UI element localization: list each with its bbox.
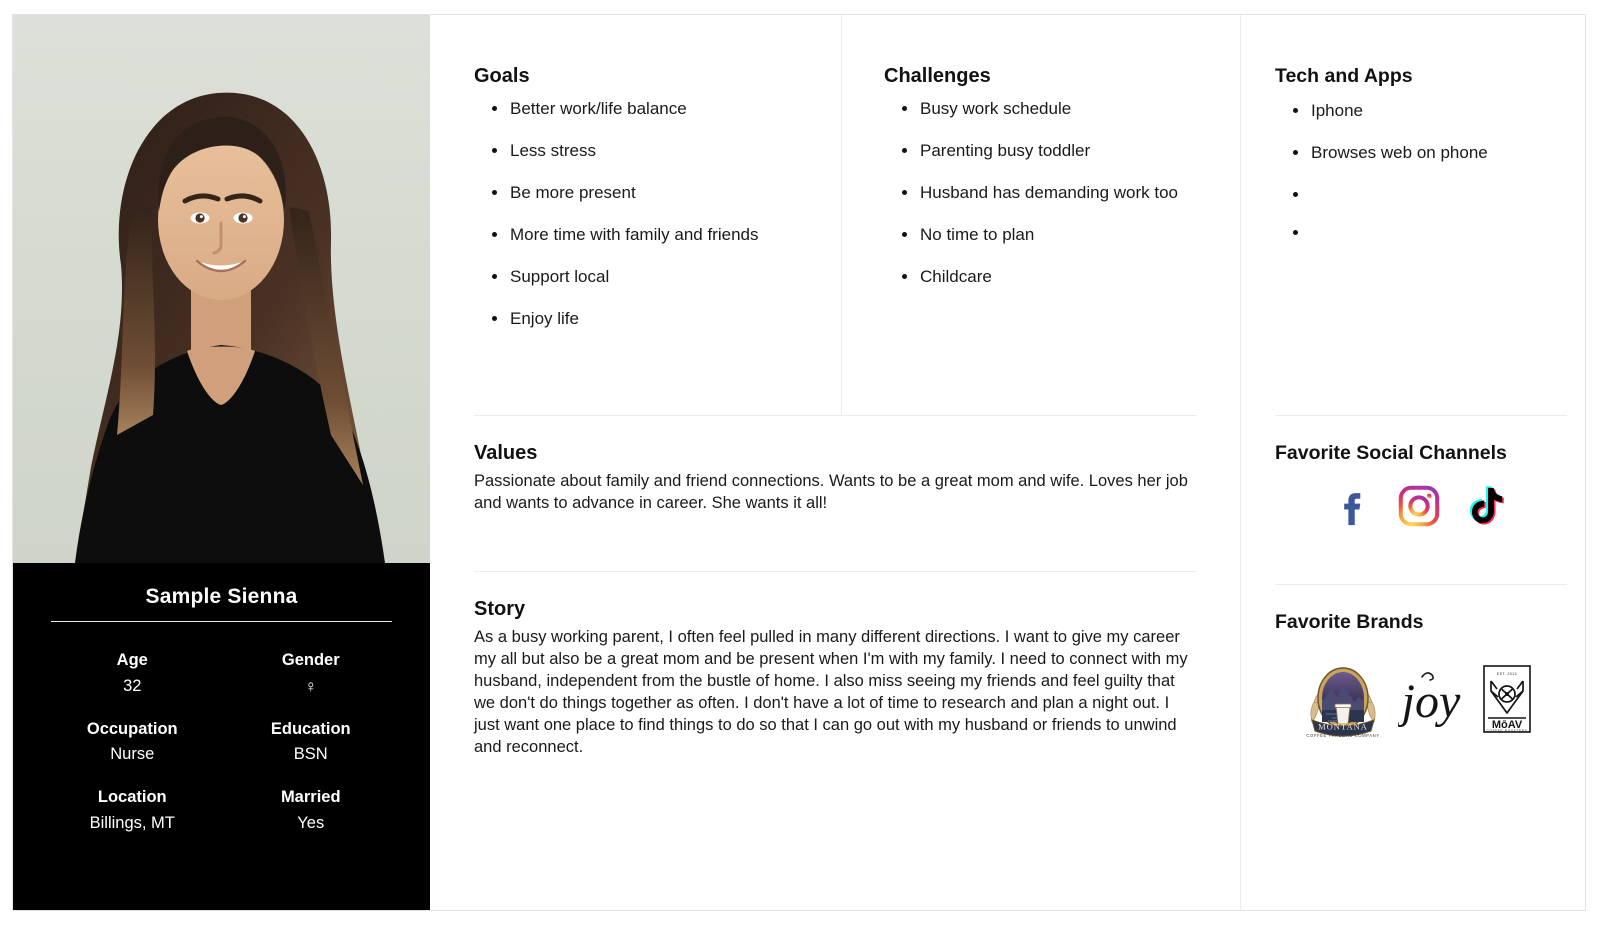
persona-attribute-grid: Age 32 Gender ♀ Occupation Nurse Educati… [43, 648, 400, 836]
brand-logos-row: MONTANA COFFEE TRADERS COMPANY joy EST. … [1275, 660, 1563, 738]
tech-and-apps-list: Iphone Browses web on phone [1275, 100, 1563, 241]
story-heading: Story [474, 598, 526, 620]
attribute-value: Nurse [110, 745, 155, 764]
favorite-social-channels-heading: Favorite Social Channels [1275, 442, 1507, 464]
list-item: Better work/life balance [492, 98, 817, 121]
attribute-cell-education: Education BSN [222, 717, 401, 768]
list-item [1293, 222, 1563, 241]
attribute-cell-location: Location Billings, MT [43, 785, 222, 836]
list-item: Enjoy life [492, 308, 817, 331]
persona-photo [13, 15, 430, 563]
list-item: Childcare [902, 266, 1216, 289]
persona-attributes-block: Sample Sienna Age 32 Gender ♀ Occupation… [13, 563, 430, 910]
persona-name: Sample Sienna [145, 585, 298, 608]
list-item: Busy work schedule [902, 98, 1216, 121]
attribute-label: Age [116, 651, 148, 669]
tiktok-icon[interactable] [1462, 483, 1508, 529]
favorite-brands-section: Favorite Brands MONTANA COFFEE TRADERS C… [1241, 585, 1585, 910]
attribute-value: BSN [293, 745, 328, 764]
attribute-label: Married [280, 788, 341, 807]
favorite-brands-heading: Favorite Brands [1275, 611, 1424, 633]
tech-and-apps-section: Tech and Apps Iphone Browses web on phon… [1241, 15, 1585, 415]
attribute-cell-age: Age 32 [43, 648, 222, 700]
list-item [1293, 184, 1563, 203]
attribute-value: Billings, MT [89, 813, 175, 832]
attribute-value: 32 [123, 676, 142, 695]
list-item: Support local [492, 266, 817, 289]
story-section: Story As a busy working parent, I often … [430, 572, 1240, 910]
values-heading: Values [474, 442, 538, 464]
joy-wordmark: joy [1398, 675, 1461, 728]
list-item: Husband has demanding work too [902, 182, 1216, 205]
attribute-label: Gender [281, 651, 340, 669]
list-item: Browses web on phone [1293, 142, 1563, 165]
favorite-social-channels-section: Favorite Social Channels [1241, 416, 1585, 584]
svg-text:MONTANA: MONTANA [1318, 722, 1368, 732]
attribute-cell-occupation: Occupation Nurse [43, 717, 222, 768]
challenges-section: Challenges Busy work schedule Parenting … [842, 15, 1240, 415]
list-item: More time with family and friends [492, 224, 817, 247]
svg-text:COFFEE ROASTERS: COFFEE ROASTERS [1487, 729, 1528, 733]
list-item: Less stress [492, 140, 817, 163]
list-item: Iphone [1293, 100, 1563, 123]
attribute-cell-gender: Gender ♀ [222, 648, 401, 700]
persona-card: Sample Sienna Age 32 Gender ♀ Occupation… [12, 14, 1586, 911]
tech-and-apps-heading: Tech and Apps [1275, 65, 1413, 87]
venus-icon: ♀ [304, 676, 318, 696]
story-text: As a busy working parent, I often feel p… [474, 628, 1188, 756]
social-icons-row [1275, 483, 1563, 529]
attribute-label: Education [270, 719, 351, 738]
goals-heading: Goals [474, 65, 530, 87]
instagram-icon[interactable] [1396, 483, 1442, 529]
persona-identity-panel: Sample Sienna Age 32 Gender ♀ Occupation… [13, 15, 430, 910]
svg-text:COFFEE TRADERS COMPANY: COFFEE TRADERS COMPANY [1306, 733, 1379, 738]
persona-side-panel: Tech and Apps Iphone Browses web on phon… [1241, 15, 1585, 910]
values-section: Values Passionate about family and frien… [430, 416, 1240, 571]
goals-list: Better work/life balance Less stress Be … [474, 98, 817, 331]
joy-logo: joy [1398, 672, 1461, 728]
moav-coffee-roasters-logo: EST. 2013 MōAV COFFEE ROASTERS [1483, 665, 1531, 733]
svg-text:EST. 2013: EST. 2013 [1497, 672, 1517, 676]
list-item: Be more present [492, 182, 817, 205]
attribute-value: Yes [297, 813, 325, 832]
attribute-cell-married: Married Yes [222, 785, 401, 836]
goals-challenges-row: Goals Better work/life balance Less stre… [430, 15, 1240, 415]
facebook-icon[interactable] [1330, 483, 1376, 529]
persona-photo-illustration [13, 15, 430, 563]
montana-coffee-traders-logo: MONTANA COFFEE TRADERS COMPANY [1306, 667, 1379, 738]
challenges-list: Busy work schedule Parenting busy toddle… [884, 98, 1216, 289]
name-divider [51, 621, 392, 622]
list-item: Parenting busy toddler [902, 140, 1216, 163]
attribute-label: Occupation [86, 719, 178, 738]
persona-main-panel: Goals Better work/life balance Less stre… [430, 15, 1241, 910]
list-item: No time to plan [902, 224, 1216, 247]
attribute-label: Location [97, 788, 167, 807]
values-text: Passionate about family and friend conne… [474, 472, 1188, 512]
challenges-heading: Challenges [884, 65, 991, 87]
goals-section: Goals Better work/life balance Less stre… [430, 15, 842, 415]
